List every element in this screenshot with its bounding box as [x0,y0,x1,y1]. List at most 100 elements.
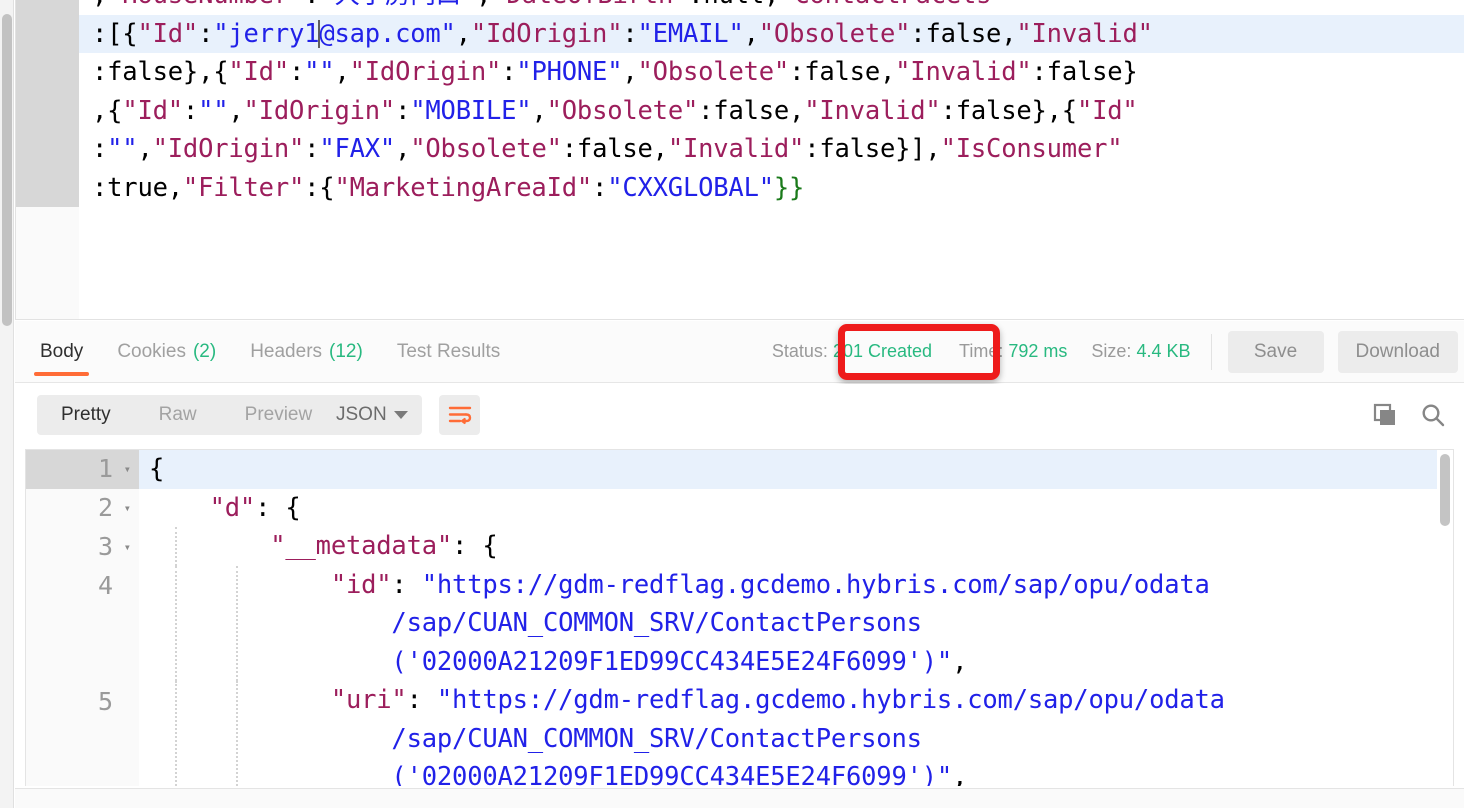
line-number: 4 [26,567,139,683]
code-token: : [92,134,108,164]
copy-button[interactable] [1370,400,1400,430]
time-value: 792 ms [1008,341,1068,361]
tab-test-results[interactable]: Test Results [380,321,517,382]
download-button[interactable]: Download [1337,330,1458,373]
status-label: Status: [771,341,828,361]
code-token: , [137,134,153,164]
fold-toggle-icon[interactable]: ▾ [124,528,131,567]
code-token: "d" [209,492,256,523]
indent-guide [175,527,177,566]
indent-guide [236,565,238,681]
request-code-line: ,"HouseNumber":"大小房门口","DateOfBirth":nul… [79,0,1464,15]
request-code-line: :true,"Filter":{"MarketingAreaId":"CXXGL… [79,169,1464,208]
code-token: "IdOrigin" [152,134,305,164]
line-number: 5 [26,683,139,786]
code-token: : [198,18,214,49]
footer-bar [15,788,1464,808]
code-token: "IdOrigin" [470,18,623,49]
code-token: @sap.com" [319,18,456,49]
response-code-line: "__metadata": { [139,527,1453,566]
view-mode-segmented-control: Pretty Raw Preview [37,395,337,435]
language-select[interactable]: JSON [322,395,422,435]
response-scrollbar-thumb[interactable] [1440,454,1450,526]
code-token: "" [304,57,335,87]
language-select-value: JSON [336,404,387,425]
request-code-line: :[{"Id":"jerry1@sap.com","IdOrigin":"EMA… [79,14,1464,53]
tab-body[interactable]: Body [23,321,100,382]
response-code-line: "d": { [139,489,1453,528]
code-token: "__metadata" [270,531,453,561]
size-value: 4.4 KB [1136,341,1191,361]
tab-label: Cookies [117,340,186,362]
code-token: "Invalid" [1016,18,1153,49]
code-token: "Obsolete" [758,18,911,49]
postman-response-screen: ,"HouseNumber":"大小房门口","DateOfBirth":nul… [0,0,1464,808]
view-mode-preview[interactable]: Preview [221,395,337,435]
code-token: "PHONE" [516,57,623,87]
view-mode-pretty[interactable]: Pretty [37,395,135,435]
wrap-lines-button[interactable] [439,395,480,435]
page-scrollbar-thumb[interactable] [2,14,12,326]
line-number-value: 1 [97,454,113,483]
tab-headers[interactable]: Headers (12) [233,321,380,382]
request-editor-gutter [16,0,79,319]
code-token: :false, [789,57,896,87]
code-token: "HouseNumber" [107,0,304,10]
code-token: "CXXGLOBAL" [607,172,774,203]
code-token: :false, [698,95,805,126]
code-token: "DateOfBirth" [491,0,688,10]
request-editor-code[interactable]: ,"HouseNumber":"大小房门口","DateOfBirth":nul… [79,0,1464,319]
meta-divider [1210,333,1212,370]
response-code[interactable]: { "d": { "__metadata": { "id": "https://… [139,450,1453,786]
code-token: "Invalid" [804,95,941,126]
tab-label: Test Results [396,340,501,362]
code-token: "Id" [122,95,183,126]
line-number: 2 ▾ [26,489,139,528]
code-token: "IdOrigin" [243,95,396,126]
size-label: Size: [1091,341,1132,361]
line-number: 1 ▾ [26,450,139,489]
view-mode-raw[interactable]: Raw [135,395,221,435]
line-number-value: 5 [97,687,113,716]
indent-guide [236,681,238,786]
search-button[interactable] [1418,400,1448,430]
code-token: :false, [561,134,668,164]
code-token: "MOBILE" [410,95,532,126]
code-token: , [334,57,350,87]
code-token: "Invalid" [667,134,805,164]
response-body-viewer[interactable]: 1 ▾ 2 ▾ 3 ▾ 4 5 { "d": { "__metadata": { "id": … [25,449,1454,786]
page-scrollbar-track[interactable] [0,0,14,808]
code-token: : [592,172,608,203]
code-token: { [149,454,165,484]
response-format-toolbar: Pretty Raw Preview JSON [15,384,1464,446]
code-token: , [952,646,968,677]
code-token: "Id" [228,57,289,87]
code-token: }} [773,172,805,203]
code-token: , [622,57,638,87]
request-code-line: ,{"Id":"","IdOrigin":"MOBILE","Obsolete"… [79,92,1464,131]
save-button[interactable]: Save [1227,330,1324,373]
request-body-editor[interactable]: ,"HouseNumber":"大小房门口","DateOfBirth":nul… [15,0,1464,320]
chevron-down-icon [394,411,408,419]
tab-cookies[interactable]: Cookies (2) [100,321,233,382]
fold-toggle-icon[interactable]: ▾ [124,450,131,489]
code-token: , [743,18,759,49]
code-token: ,{ [92,95,123,126]
code-token: "jerry1 [213,18,320,49]
fold-toggle-icon[interactable]: ▾ [124,489,131,528]
search-icon [1422,404,1445,427]
response-scrollbar-track[interactable] [1437,450,1453,786]
code-token: "" [198,95,229,126]
code-token: "Obsolete" [546,95,699,126]
response-tabs: Body Cookies (2) Headers (12) Test Results [23,321,517,382]
code-token: :false},{ [940,95,1078,126]
code-token: : { [452,531,498,561]
time-badge: Time: 792 ms [959,341,1067,362]
code-token: , [476,0,491,10]
code-token: "Filter" [182,172,305,203]
size-badge: Size: 4.4 KB [1091,341,1190,362]
code-token: , [952,762,968,786]
response-line-numbers: 1 ▾ 2 ▾ 3 ▾ 4 5 [26,450,139,786]
tab-label: Body [40,340,84,362]
response-code-line: { [139,450,1453,489]
